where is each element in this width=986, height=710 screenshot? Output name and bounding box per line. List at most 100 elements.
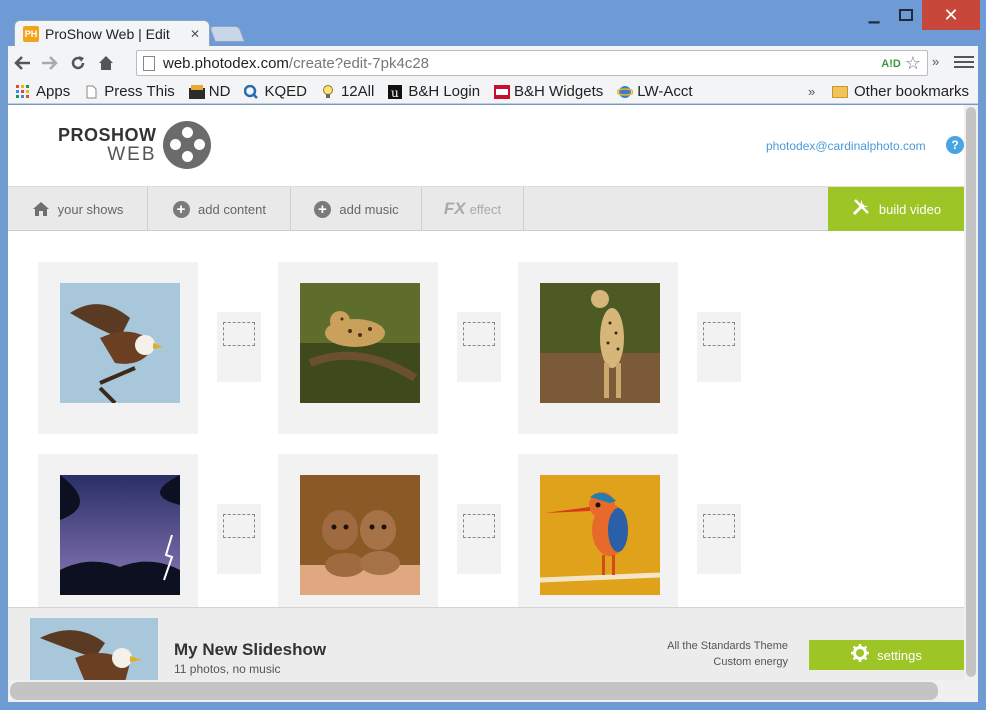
browser-window: PH ProShow Web | Edit ✕ ▁ ✕ web.photodex… — [0, 0, 986, 710]
slide-1[interactable] — [38, 262, 198, 434]
tools-icon — [851, 197, 871, 222]
back-arrow-icon — [14, 56, 30, 70]
bookmark-label: LW-Acct — [637, 83, 693, 100]
url-path: /create?edit-7pk4c28 — [288, 54, 430, 72]
transition-placeholder-icon — [463, 322, 495, 346]
forward-button[interactable] — [36, 49, 64, 77]
settings-button[interactable]: settings — [809, 640, 964, 670]
nav-your-shows[interactable]: your shows — [8, 187, 148, 231]
window-frame-bottom — [0, 702, 986, 710]
show-summary: 11 photos, no music — [174, 662, 281, 676]
help-icon[interactable]: ? — [946, 136, 964, 154]
maximize-button[interactable] — [890, 0, 922, 30]
back-button[interactable] — [8, 49, 36, 77]
app-header: PROSHOW WEB photodex@cardinalphoto.com ? — [8, 105, 964, 187]
logo-bottom-text: WEB — [107, 143, 157, 165]
nav-label: add music — [339, 201, 399, 217]
minimize-button[interactable]: ▁ — [856, 0, 892, 30]
bookmark-press-this[interactable]: Press This — [84, 83, 175, 100]
user-email-link[interactable]: photodex@cardinalphoto.com — [766, 139, 926, 153]
transition-placeholder-icon — [703, 514, 735, 538]
nav-add-content[interactable]: + add content — [148, 187, 291, 231]
address-bar[interactable]: web.photodex.com/create?edit-7pk4c28 A!D… — [136, 50, 928, 76]
tab-close-icon[interactable]: ✕ — [187, 27, 203, 41]
slide-thumbnail-cheetah[interactable] — [540, 283, 660, 403]
slide-thumbnail-leopard[interactable] — [300, 283, 420, 403]
url-host: web.photodex.com — [163, 54, 289, 72]
horizontal-scrollbar[interactable] — [8, 680, 978, 702]
proshow-web-logo[interactable]: PROSHOW WEB — [58, 121, 211, 169]
close-window-button[interactable]: ✕ — [922, 0, 980, 30]
bookmark-bh-widgets[interactable]: B&H Widgets — [494, 83, 603, 100]
build-video-label: build video — [878, 201, 942, 217]
ie-icon — [616, 85, 634, 99]
bookmark-kqed[interactable]: KQED — [244, 83, 307, 100]
theme-energy: Custom energy — [713, 656, 788, 668]
transition-placeholder-icon — [223, 322, 255, 346]
bookmark-apps[interactable]: Apps — [16, 83, 70, 100]
bookmark-nd[interactable]: ND — [188, 83, 231, 100]
other-bookmarks[interactable]: Other bookmarks — [832, 83, 969, 100]
home-icon — [99, 56, 113, 70]
slide-2[interactable] — [278, 262, 438, 434]
other-bookmarks-label: Other bookmarks — [854, 83, 970, 100]
show-cover-thumbnail[interactable] — [30, 618, 158, 680]
slide-thumbnail-lightning[interactable] — [60, 475, 180, 595]
folder-icon — [832, 85, 848, 98]
slide-thumbnail-hyena-cubs[interactable] — [300, 475, 420, 595]
slide-thumbnail-eagle[interactable] — [60, 283, 180, 403]
transition-4[interactable] — [217, 504, 261, 574]
fx-icon: FX — [443, 199, 466, 218]
transition-2[interactable] — [457, 312, 501, 382]
bookmark-label: Press This — [104, 83, 175, 100]
new-tab-button[interactable] — [209, 26, 245, 42]
slide-4[interactable] — [38, 454, 198, 607]
home-icon — [32, 200, 50, 218]
browser-toolbar: web.photodex.com/create?edit-7pk4c28 A!D… — [8, 46, 978, 80]
reload-button[interactable] — [64, 49, 92, 77]
bookmark-label: KQED — [264, 83, 307, 100]
slide-thumbnail-kingfisher[interactable] — [540, 475, 660, 595]
theme-name: All the Standards Theme — [667, 640, 788, 652]
bookmark-label: ND — [208, 83, 231, 100]
transition-3[interactable] — [697, 312, 741, 382]
reload-icon — [71, 56, 85, 70]
transition-6[interactable] — [697, 504, 741, 574]
slide-5[interactable] — [278, 454, 438, 607]
apps-grid-icon — [16, 84, 30, 99]
transition-placeholder-icon — [223, 514, 255, 538]
tab-title: ProShow Web | Edit — [45, 25, 170, 42]
forward-arrow-icon — [42, 56, 58, 70]
bookmark-label: 12All — [340, 83, 375, 100]
bookmark-star-icon[interactable]: ☆ — [905, 53, 921, 74]
transition-1[interactable] — [217, 312, 261, 382]
bookmark-bh-login[interactable]: u B&H Login — [388, 83, 480, 100]
bookmark-12all[interactable]: 12All — [321, 83, 374, 100]
build-video-button[interactable]: build video — [828, 187, 964, 231]
chrome-menu-button[interactable] — [954, 50, 974, 74]
bookmark-label: B&H Login — [408, 83, 481, 100]
aid-extension-icon[interactable]: A!D — [881, 58, 901, 70]
show-info-bar: My New Slideshow 11 photos, no music All… — [8, 607, 964, 680]
transition-5[interactable] — [457, 504, 501, 574]
horizontal-scroll-thumb[interactable] — [10, 682, 938, 700]
extensions-overflow-icon[interactable]: » — [932, 54, 939, 69]
bookmark-lw-acct[interactable]: LW-Acct — [616, 83, 693, 100]
browser-tab[interactable]: PH ProShow Web | Edit ✕ — [14, 20, 210, 46]
vertical-scrollbar[interactable] — [964, 105, 978, 680]
nav-add-music[interactable]: + add music — [291, 187, 422, 231]
show-title[interactable]: My New Slideshow — [174, 640, 326, 660]
page-icon — [84, 85, 98, 99]
slide-6[interactable] — [518, 454, 678, 607]
bookmarks-overflow-icon[interactable]: » — [808, 84, 815, 99]
kqed-icon — [244, 84, 259, 99]
bh-u-icon: u — [388, 84, 403, 100]
slide-3[interactable] — [518, 262, 678, 434]
home-button[interactable] — [92, 49, 120, 77]
plus-circle-icon: + — [313, 200, 331, 218]
slide-grid — [8, 232, 964, 607]
vertical-scroll-thumb[interactable] — [966, 107, 976, 677]
nav-effect[interactable]: FX effect — [422, 187, 524, 231]
page-content: PROSHOW WEB photodex@cardinalphoto.com ?… — [8, 105, 964, 680]
bookmark-label: B&H Widgets — [514, 83, 604, 100]
